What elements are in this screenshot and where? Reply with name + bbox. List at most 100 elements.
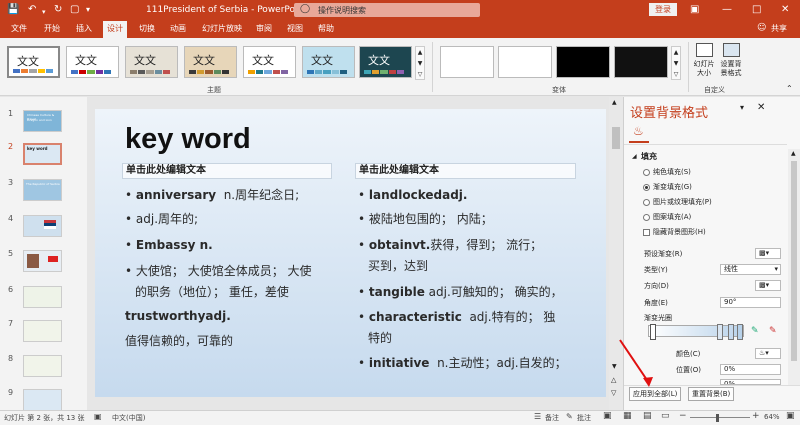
- angle-spinner[interactable]: 90°: [720, 297, 781, 308]
- share-button[interactable]: 共享: [771, 23, 787, 34]
- gradient-fill-radio[interactable]: [643, 184, 650, 191]
- thumbnail-7[interactable]: [23, 320, 62, 342]
- color-picker[interactable]: ♨▾: [755, 348, 781, 359]
- redo-icon[interactable]: ↻: [54, 4, 62, 16]
- gradient-stop-handle[interactable]: [737, 324, 743, 340]
- pattern-fill-radio[interactable]: [643, 214, 650, 221]
- maximize-icon[interactable]: □: [752, 4, 761, 16]
- variant-3[interactable]: [556, 46, 610, 78]
- tab-file[interactable]: 文件: [11, 23, 27, 34]
- slide-sorter-icon[interactable]: ▦: [623, 411, 632, 421]
- slide[interactable]: key word 单击此处编辑文本 单击此处编辑文本 • anniversary…: [95, 109, 606, 397]
- left-heading[interactable]: 单击此处编辑文本: [122, 163, 332, 179]
- login-button[interactable]: 登录: [649, 3, 677, 16]
- right-bullet-3[interactable]: • obtainvt.获得，得到； 流行；: [358, 237, 542, 253]
- theme-office[interactable]: 文文: [7, 46, 60, 78]
- left-bullet-3[interactable]: • Embassy n.: [125, 237, 213, 253]
- left-bullet-4[interactable]: • 大使馆； 大使馆全体成员； 大使: [125, 263, 312, 279]
- variant-4[interactable]: [614, 46, 668, 78]
- thumbnail-1[interactable]: Chinese Culture & Travel Dragon and Lion: [23, 110, 62, 132]
- theme-6[interactable]: 文文: [302, 46, 355, 78]
- close-icon[interactable]: ✕: [781, 4, 789, 16]
- theme-3[interactable]: 文文: [125, 46, 178, 78]
- tab-animations[interactable]: 动画: [170, 23, 186, 34]
- scroll-up-icon[interactable]: ▲: [612, 99, 617, 106]
- pane-options-icon[interactable]: ▾: [740, 103, 744, 112]
- pane-close-icon[interactable]: ✕: [757, 102, 765, 113]
- slideshow-start-icon[interactable]: ▢: [70, 4, 79, 16]
- notes-icon[interactable]: ☰: [534, 412, 541, 421]
- thumbnail-9[interactable]: [23, 389, 62, 411]
- minimize-icon[interactable]: —: [722, 4, 732, 16]
- undo-dropdown-icon[interactable]: ▾: [42, 6, 46, 18]
- right-bullet-3-cont[interactable]: 买到，达到: [368, 258, 428, 274]
- gradient-fill-label[interactable]: 渐变填充(G): [653, 183, 692, 192]
- slide-size-button[interactable]: 幻灯片大小: [692, 41, 716, 81]
- zoom-in-icon[interactable]: +: [752, 411, 760, 421]
- fit-slide-icon[interactable]: ▣: [786, 411, 795, 421]
- tab-insert[interactable]: 插入: [76, 23, 92, 34]
- share-icon[interactable]: ☺: [757, 23, 766, 33]
- left-plain-word[interactable]: trustworthyadj.: [125, 308, 231, 324]
- scroll-up-icon[interactable]: ▲: [791, 150, 796, 157]
- notes-button[interactable]: 备注: [545, 413, 559, 423]
- next-slide-icon[interactable]: ▽: [611, 389, 616, 397]
- type-dropdown[interactable]: 线性 ▾: [720, 264, 781, 275]
- direction-dropdown[interactable]: ▩▾: [755, 280, 781, 291]
- tab-review[interactable]: 审阅: [256, 23, 272, 34]
- zoom-slider[interactable]: [690, 417, 750, 418]
- thumbnail-8[interactable]: [23, 355, 62, 377]
- reading-view-icon[interactable]: ▤: [643, 411, 652, 421]
- hide-bg-checkbox[interactable]: [643, 229, 650, 236]
- tab-help[interactable]: 帮助: [318, 23, 334, 34]
- slide-title[interactable]: key word: [125, 123, 251, 156]
- add-stop-icon[interactable]: ✎: [751, 326, 759, 336]
- right-bullet-5-cont[interactable]: 特的: [368, 330, 392, 346]
- zoom-slider-thumb[interactable]: [716, 414, 719, 422]
- variant-1[interactable]: [440, 46, 494, 78]
- undo-icon[interactable]: ↶: [28, 4, 36, 16]
- theme-2[interactable]: 文文: [66, 46, 119, 78]
- comments-icon[interactable]: ✎: [566, 412, 573, 421]
- fill-section-label[interactable]: 填充: [641, 151, 657, 162]
- scroll-thumb[interactable]: [791, 161, 797, 361]
- left-bullet-2[interactable]: • adj.周年的;: [125, 211, 198, 227]
- scroll-thumb[interactable]: [612, 127, 620, 149]
- variants-scroll[interactable]: ▲ ▼ ▽: [671, 46, 681, 80]
- left-plain-cn[interactable]: 值得信赖的，可靠的: [125, 333, 233, 349]
- picture-fill-label[interactable]: 图片或纹理填充(P): [653, 198, 712, 207]
- remove-stop-icon[interactable]: ✎: [769, 326, 777, 336]
- ribbon-display-icon[interactable]: ▣: [690, 4, 699, 16]
- right-bullet-2[interactable]: • 被陆地包围的； 内陆；: [358, 211, 493, 227]
- search-box[interactable]: ◯ 操作说明搜索: [294, 3, 480, 17]
- theme-7[interactable]: 文文: [359, 46, 412, 78]
- thumbnail-5[interactable]: [23, 250, 62, 272]
- gradient-stop-handle[interactable]: [728, 324, 734, 340]
- section-collapse-icon[interactable]: ◢: [632, 153, 637, 160]
- format-background-button[interactable]: 设置背景格式: [718, 41, 744, 81]
- theme-4[interactable]: 文文: [184, 46, 237, 78]
- tab-transitions[interactable]: 切换: [139, 23, 155, 34]
- preset-gradient-dropdown[interactable]: ▩▾: [755, 248, 781, 259]
- tab-home[interactable]: 开始: [44, 23, 60, 34]
- pattern-fill-label[interactable]: 图案填充(A): [653, 213, 691, 222]
- gradient-stop-handle[interactable]: [717, 324, 723, 340]
- normal-view-icon[interactable]: ▣: [603, 411, 612, 421]
- left-bullet-4-cont[interactable]: 的职务（地位）； 重任，差使: [135, 284, 289, 300]
- right-bullet-4[interactable]: • tangible adj.可触知的； 确实的，: [358, 284, 563, 300]
- theme-5[interactable]: 文文: [243, 46, 296, 78]
- thumbnail-3[interactable]: The Republic of Serbia: [23, 179, 62, 201]
- tab-design[interactable]: 设计: [103, 21, 127, 38]
- tab-slideshow[interactable]: 幻灯片放映: [202, 23, 242, 34]
- reset-background-button[interactable]: 重置背景(B): [688, 387, 735, 401]
- thumbnail-6[interactable]: [23, 286, 62, 308]
- tab-view[interactable]: 视图: [287, 23, 303, 34]
- position-spinner[interactable]: 0%: [720, 364, 781, 375]
- right-bullet-6[interactable]: • initiative n.主动性；adj.自发的；: [358, 355, 567, 371]
- customize-qat-icon[interactable]: ▾: [86, 4, 90, 16]
- thumbnail-2[interactable]: key word: [23, 143, 62, 165]
- save-icon[interactable]: 💾: [7, 4, 19, 16]
- fill-bucket-icon[interactable]: ♨: [633, 124, 644, 138]
- solid-fill-radio[interactable]: [643, 169, 650, 176]
- left-bullet-1[interactable]: • anniversary n.周年纪念日;: [125, 187, 299, 203]
